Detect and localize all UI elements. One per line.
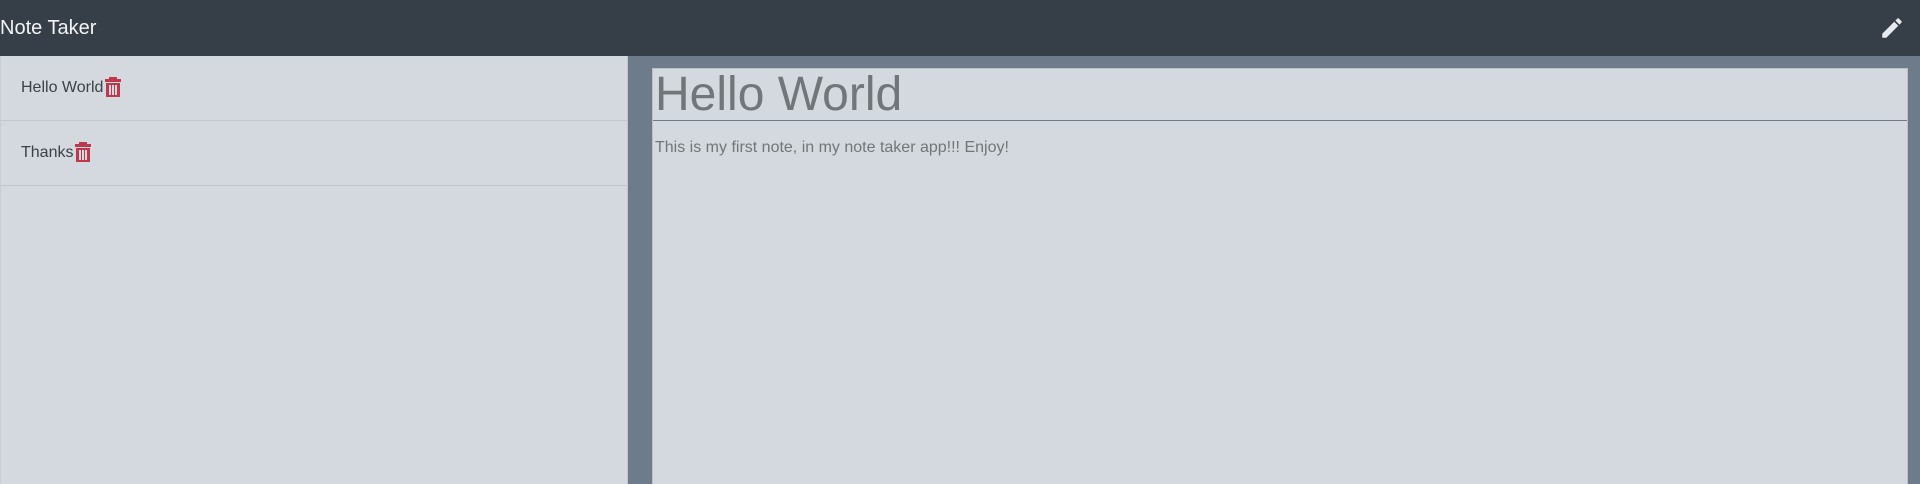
note-item-title: Hello World [21,79,104,96]
list-item[interactable]: Thanks [1,121,627,186]
note-list: Hello World Thanks [1,56,627,186]
trash-icon[interactable] [74,141,92,162]
list-item[interactable]: Hello World [1,56,627,121]
note-item-title: Thanks [21,144,74,161]
trash-icon[interactable] [104,76,122,97]
pencil-icon[interactable] [1864,0,1920,56]
note-editor-area: Hello World This is my first note, in my… [628,56,1920,484]
app-brand[interactable]: Note Taker [0,0,96,56]
navbar: Note Taker [0,0,1920,56]
note-editor: Hello World This is my first note, in my… [652,68,1908,484]
note-text-area[interactable]: This is my first note, in my note taker … [653,121,1907,471]
notes-sidebar: Hello World Thanks [0,56,628,484]
note-title-input[interactable]: Hello World [653,69,1907,121]
